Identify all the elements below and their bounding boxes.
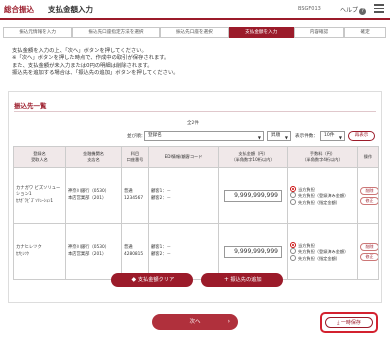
fee-option-ours[interactable]: 当方負担 (290, 241, 355, 249)
temp-save-highlight: ⤓ 一時保存 (320, 312, 378, 333)
step-4-current: 支払金額を入力 (228, 27, 294, 38)
table-row: カナガワ ビズソリューション1 ｶﾅｶﾞﾜﾋﾞｽﾞｿﾘｭｰｼｮﾝ1 神奈川銀行（0… (13, 167, 379, 224)
payee-list-card: 振込先一覧 全2件 並び順： 登録名 ▼ 昇順 ▼ 表示件数： 10件 ▼ 再表示 登… (8, 91, 382, 303)
radio-icon (290, 198, 296, 205)
cell-account: 普通 4280815 (121, 223, 149, 280)
amount-input[interactable]: 9,999,999,999 (224, 189, 282, 202)
cell-name: カナヒレツク ｶﾅﾋﾚﾂｸ (13, 223, 66, 280)
col-header-account: 科目 口座番号 (121, 146, 149, 168)
cell-fee: 当方負担 先方負担（登録済み金額） 先方負担（指定金額） (287, 223, 358, 280)
per-page-label: 表示件数： (295, 134, 318, 139)
col-header-fee: 手数料（円） （半角数字4桁以内） (287, 146, 358, 168)
col-header-ops: 操作 (357, 146, 379, 168)
step-3: 振込先口座を選択 (159, 27, 229, 38)
instruction-line: また、支払金額が未入力または0円の明細は削除されます。 (12, 62, 153, 69)
temp-save-button[interactable]: ⤓ 一時保存 (325, 317, 373, 328)
instructions: 支払金額を入力の上、「次へ」ボタンを押してください。 ※「次へ」ボタンを押した時… (12, 48, 179, 77)
instruction-line: 振込先を追加する場合は、「振込先の追加」ボタンを押してください。 (12, 69, 179, 76)
add-payee-button[interactable]: +振込先の追加 (201, 273, 283, 287)
sort-select-value: 登録名 (148, 133, 162, 138)
page-title: 支払金額入力 (48, 5, 93, 14)
fee-option-specified[interactable]: 先方負担（指定金額） (290, 254, 355, 262)
chevron-down-icon: ▼ (284, 135, 288, 140)
fee-option-ours[interactable]: 当方負担 (290, 185, 355, 193)
chevron-down-icon: ▼ (257, 135, 261, 140)
cell-edi: 顧客1：－ 顧客2：－ (148, 167, 219, 224)
cell-edi: 顧客1：－ 顧客2：－ (148, 223, 219, 280)
delete-button[interactable]: 削除 (360, 186, 379, 195)
table-row: カナヒレツク ｶﾅﾋﾚﾂｸ 神奈川銀行（0530） 本店営業部（201） 普通 428… (13, 223, 379, 280)
sort-label: 並び順： (127, 134, 146, 139)
col-header-edi: EDI情報/顧客コード (148, 146, 219, 168)
cell-fee: 当方負担 先方負担（登録済み金額） 先方負担（指定金額） (287, 167, 358, 224)
radio-icon (290, 254, 296, 261)
amount-input[interactable]: 9,999,999,999 (224, 245, 282, 258)
cell-bank: 神奈川銀行（0530） 本店営業部（201） (65, 223, 122, 280)
per-page-value: 10件 (324, 133, 335, 138)
delete-button[interactable]: 削除 (360, 242, 379, 251)
page-header: 総合振込 支払金額入力 BSGF013 ヘルプ? (0, 0, 390, 20)
temp-save-label: 一時保存 (340, 320, 361, 326)
help-label: ヘルプ (340, 7, 359, 14)
col-header-amount: 支払金額（円） （半角数字10桁以内） (218, 146, 288, 168)
fee-option-registered[interactable]: 先方負担（登録済み金額） (290, 192, 355, 199)
cell-name: カナガワ ビズソリューション1 ｶﾅｶﾞﾜﾋﾞｽﾞｿﾘｭｰｼｮﾝ1 (13, 167, 66, 224)
step-5: 内容確認 (293, 27, 345, 38)
clear-amount-button[interactable]: ◆ 支払金額クリア (111, 273, 193, 287)
fee-option-registered[interactable]: 先方負担（登録済み金額） (290, 248, 355, 255)
instruction-line: ※「次へ」ボタンを押した時点で、作成中の取引が保存されます。 (12, 55, 170, 62)
help-link[interactable]: ヘルプ? (340, 5, 367, 15)
screen-id: BSGF013 (298, 6, 321, 12)
cell-amount: 9,999,999,999 (218, 167, 288, 224)
total-count: 全2件 (187, 121, 199, 126)
clear-amount-label: 支払金額クリア (137, 277, 175, 283)
redisplay-button[interactable]: 再表示 (348, 131, 375, 141)
chevron-down-icon: ▼ (338, 135, 342, 140)
edit-button[interactable]: 修正 (360, 252, 379, 261)
step-6: 確定 (344, 27, 386, 38)
eraser-icon: ◆ (131, 276, 137, 283)
menu-icon[interactable] (374, 4, 384, 13)
step-indicator: 振込元情報を入力 振込先口座指定方法を選択 振込先口座を選択 支払金額を入力 内… (3, 27, 386, 38)
step-2: 振込先口座指定方法を選択 (72, 27, 160, 38)
radio-checked-icon (290, 241, 296, 248)
sort-bar: 並び順： 登録名 ▼ 昇順 ▼ 表示件数： 10件 ▼ 再表示 (9, 130, 381, 142)
payee-table: 登録名 受取人名 金融機関名 支店名 科目 口座番号 EDI情報/顧客コード 支… (13, 146, 379, 280)
section-title: 総合振込 (4, 5, 34, 14)
radio-icon (290, 192, 296, 199)
cell-ops: 削除 修正 (357, 223, 379, 280)
col-header-bank: 金融機関名 支店名 (65, 146, 122, 168)
order-select[interactable]: 昇順 ▼ (267, 131, 291, 141)
cell-bank: 神奈川銀行（0530） 本店営業部（201） (65, 167, 122, 224)
next-button[interactable]: 次へ › (152, 314, 238, 330)
title-divider (14, 111, 376, 112)
cell-ops: 削除 修正 (357, 167, 379, 224)
payee-list-title: 振込先一覧 (14, 102, 47, 110)
radio-checked-icon (290, 185, 296, 192)
per-page-select[interactable]: 10件 ▼ (320, 131, 345, 141)
table-header-row: 登録名 受取人名 金融機関名 支店名 科目 口座番号 EDI情報/顧客コード 支… (13, 146, 379, 168)
sort-select[interactable]: 登録名 ▼ (144, 131, 264, 141)
edit-button[interactable]: 修正 (360, 196, 379, 205)
col-header-name: 登録名 受取人名 (13, 146, 66, 168)
add-payee-label: 振込先の追加 (230, 277, 262, 283)
chevron-right-icon: › (227, 318, 230, 325)
radio-icon (290, 248, 296, 255)
fee-option-specified[interactable]: 先方負担（指定金額） (290, 198, 355, 206)
help-icon: ? (359, 8, 367, 15)
next-label: 次へ (189, 319, 201, 325)
cell-amount: 9,999,999,999 (218, 223, 288, 280)
cell-account: 普通 1234567 (121, 167, 149, 224)
order-select-value: 昇順 (271, 133, 281, 138)
step-1: 振込元情報を入力 (3, 27, 73, 38)
